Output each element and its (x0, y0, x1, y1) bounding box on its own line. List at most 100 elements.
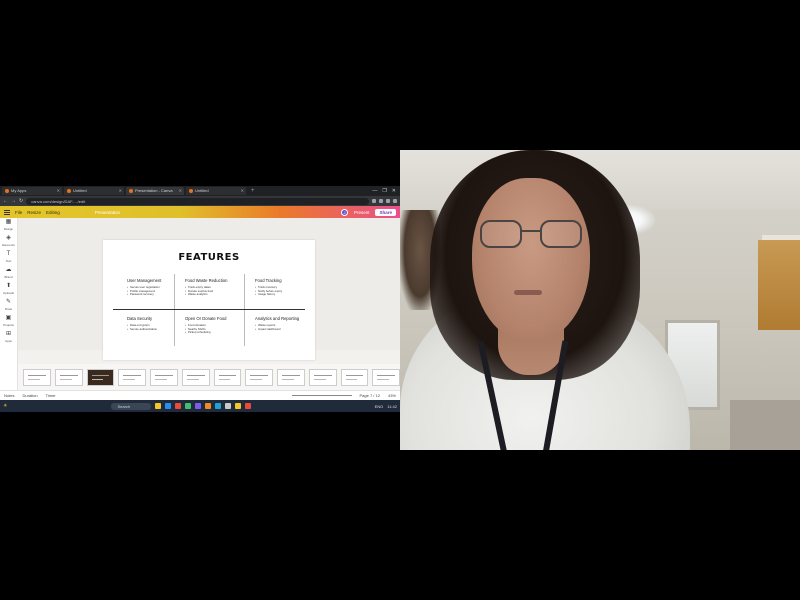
share-button[interactable]: Share (375, 208, 396, 216)
notes-button[interactable]: Notes (4, 393, 14, 398)
sidebar-item-uploads[interactable]: ⬆ Uploads (0, 282, 17, 298)
sidebar-item-label: Apps (5, 339, 12, 343)
slide-thumbnail[interactable] (150, 368, 178, 386)
clock[interactable]: 11:42 (387, 404, 397, 409)
extension-icon[interactable] (386, 199, 390, 203)
shared-screen: My Apps ✕ Untitled ✕ Presentation - Canva ✕… (0, 186, 400, 412)
slide-thumbnail[interactable] (245, 368, 273, 386)
sidebar-item-apps[interactable]: ⊞ Apps (0, 330, 17, 346)
slide-thumbnail[interactable] (23, 368, 51, 386)
glasses-bridge (522, 230, 540, 232)
editing-menu[interactable]: Editing (46, 210, 60, 215)
sidebar-item-projects[interactable]: ▣ Projects (0, 314, 17, 330)
feature-heading: Food Waste Reduction (185, 278, 228, 283)
slide-thumbnail[interactable] (181, 368, 210, 386)
tab-label: Untitled (195, 188, 209, 193)
taskbar-app-icon[interactable] (165, 403, 172, 409)
feature-bullet: Pickup scheduling (185, 331, 247, 335)
taskbar-search-input[interactable]: Search (111, 402, 152, 410)
slide-title[interactable]: FEATURES (103, 252, 315, 263)
taskbar-app-icon[interactable] (235, 403, 242, 409)
sidebar-item-draw[interactable]: ✎ Draw (0, 298, 17, 314)
browser-tab[interactable]: My Apps ✕ (2, 187, 62, 195)
taskbar-app-icon[interactable] (225, 403, 232, 409)
feature-bullet: Impact dashboard (255, 328, 317, 332)
url-input[interactable]: canva.com/design/DAF...../edit (26, 197, 369, 205)
sidebar-item-label: Draw (4, 307, 12, 311)
taskbar-app-icon[interactable] (195, 403, 202, 409)
taskbar-app-icon[interactable] (215, 403, 222, 409)
close-window-button[interactable]: ✕ (392, 187, 396, 195)
glasses-lens (480, 220, 522, 248)
reload-icon[interactable]: ↻ (19, 197, 23, 205)
slide-thumbnail[interactable] (308, 368, 337, 386)
weather-icon[interactable]: ☀ (3, 403, 7, 409)
taskbar-app-icon[interactable] (245, 403, 252, 409)
sidebar-item-label: Projects (3, 323, 14, 327)
sidebar-item-brand[interactable]: ☁ Brand (0, 266, 17, 282)
feature-block[interactable]: Data Security Data encryptionSecure auth… (127, 316, 189, 331)
sidebar-item-text[interactable]: T Text (0, 250, 17, 266)
browser-tab[interactable]: Untitled ✕ (186, 187, 246, 195)
page-indicator[interactable]: Page 7 / 12 (360, 393, 380, 398)
extension-icon[interactable] (379, 199, 383, 203)
browser-tab[interactable]: Untitled ✕ (64, 187, 124, 195)
taskbar-app-icon[interactable] (155, 403, 162, 409)
editor-canvas: ▦ Design ◈ Elements T Text ☁ Brand ⬆ Uploads … (0, 218, 400, 396)
webcam-feed (400, 150, 800, 450)
apps-icon: ⊞ (5, 331, 12, 337)
feature-block[interactable]: User Management Secure user registration… (127, 278, 189, 297)
feature-block[interactable]: Open Or Donate Food Food donationNearby … (185, 316, 247, 335)
tab-close-icon[interactable]: ✕ (241, 187, 244, 195)
slide-thumbnail[interactable] (213, 368, 242, 386)
slide-thumbnail[interactable] (86, 368, 115, 386)
participant-glasses (478, 220, 584, 250)
editor-status-bar: Notes Duration Timer Page 7 / 12 43% (0, 390, 400, 400)
sidebar-item-design[interactable]: ▦ Design (0, 218, 17, 234)
resize-menu[interactable]: Resize (27, 210, 41, 215)
slide-thumbnail[interactable] (277, 368, 305, 386)
feature-bullet: Secure authentication (127, 328, 189, 332)
upload-icon: ⬆ (5, 283, 12, 289)
zoom-slider[interactable] (291, 395, 352, 396)
document-title[interactable]: Presentation (95, 210, 120, 215)
hamburger-menu-icon[interactable] (4, 209, 10, 215)
sidebar-item-elements[interactable]: ◈ Elements (0, 234, 17, 250)
tab-favicon-icon (67, 188, 71, 193)
duration-button[interactable]: Duration (22, 393, 37, 398)
system-tray: ENG 11:42 (375, 404, 397, 409)
slide-thumbnail[interactable] (340, 368, 369, 386)
tab-close-icon[interactable]: ✕ (179, 187, 182, 195)
tab-close-icon[interactable]: ✕ (57, 187, 60, 195)
extension-icon[interactable] (372, 199, 376, 203)
feature-block[interactable]: Food Waste Reduction Track expiry datesD… (185, 278, 247, 297)
taskbar-app-icon[interactable] (175, 403, 182, 409)
back-icon[interactable]: ← (3, 197, 8, 205)
maximize-button[interactable]: ❐ (382, 187, 386, 195)
present-button[interactable]: Present (351, 209, 373, 216)
design-icon: ▦ (5, 219, 12, 225)
feature-bullet: Usage history (255, 293, 317, 297)
slide-thumbnail[interactable] (118, 368, 146, 386)
forward-icon[interactable]: → (11, 197, 16, 205)
browser-tab-active[interactable]: Presentation - Canva ✕ (126, 187, 184, 195)
feature-block[interactable]: Food Tracking Track inventoryNotify befo… (255, 278, 317, 297)
profile-icon[interactable] (393, 199, 397, 203)
file-menu[interactable]: File (15, 210, 22, 215)
feature-block[interactable]: Analytics and Reporting Waste reportsImp… (255, 316, 317, 331)
slide-canvas[interactable]: FEATURES User Management Secure user reg… (103, 240, 315, 360)
taskbar-app-icon[interactable] (185, 403, 192, 409)
zoom-level[interactable]: 43% (388, 393, 396, 398)
sidebar-item-label: Brand (4, 275, 13, 279)
language-indicator[interactable]: ENG (375, 404, 384, 409)
browser-tab-bar: My Apps ✕ Untitled ✕ Presentation - Canva ✕… (0, 186, 400, 196)
user-avatar[interactable]: J (340, 208, 348, 216)
minimize-button[interactable]: — (372, 187, 377, 195)
timer-button[interactable]: Timer (46, 393, 56, 398)
slide-thumbnail[interactable] (54, 368, 83, 386)
taskbar-app-icon[interactable] (205, 403, 212, 409)
feature-heading: Data Security (127, 316, 153, 321)
new-tab-icon[interactable]: + (248, 187, 258, 195)
tab-close-icon[interactable]: ✕ (119, 187, 122, 195)
slide-thumbnail[interactable] (372, 368, 400, 386)
